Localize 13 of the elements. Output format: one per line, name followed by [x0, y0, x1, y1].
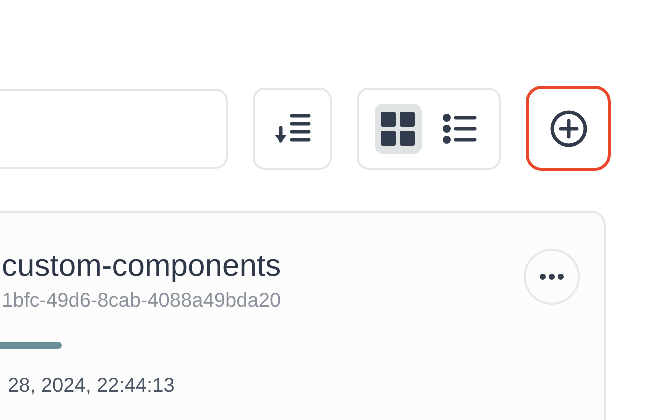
card-title: custom-components	[2, 247, 282, 285]
sort-icon	[274, 112, 312, 144]
add-circle-icon	[550, 110, 588, 148]
grid-view-button[interactable]	[375, 104, 422, 154]
card-date: 28, 2024, 22:44:13	[8, 375, 176, 398]
list-icon	[442, 114, 477, 144]
sort-button[interactable]	[253, 88, 332, 170]
add-button[interactable]	[526, 86, 611, 171]
search-field[interactable]	[0, 88, 228, 168]
grid-icon	[381, 112, 416, 146]
card-id: 1bfc-49d6-8cab-4088a49bda20	[2, 289, 282, 314]
accent-bar	[0, 342, 62, 349]
more-icon	[540, 274, 564, 280]
